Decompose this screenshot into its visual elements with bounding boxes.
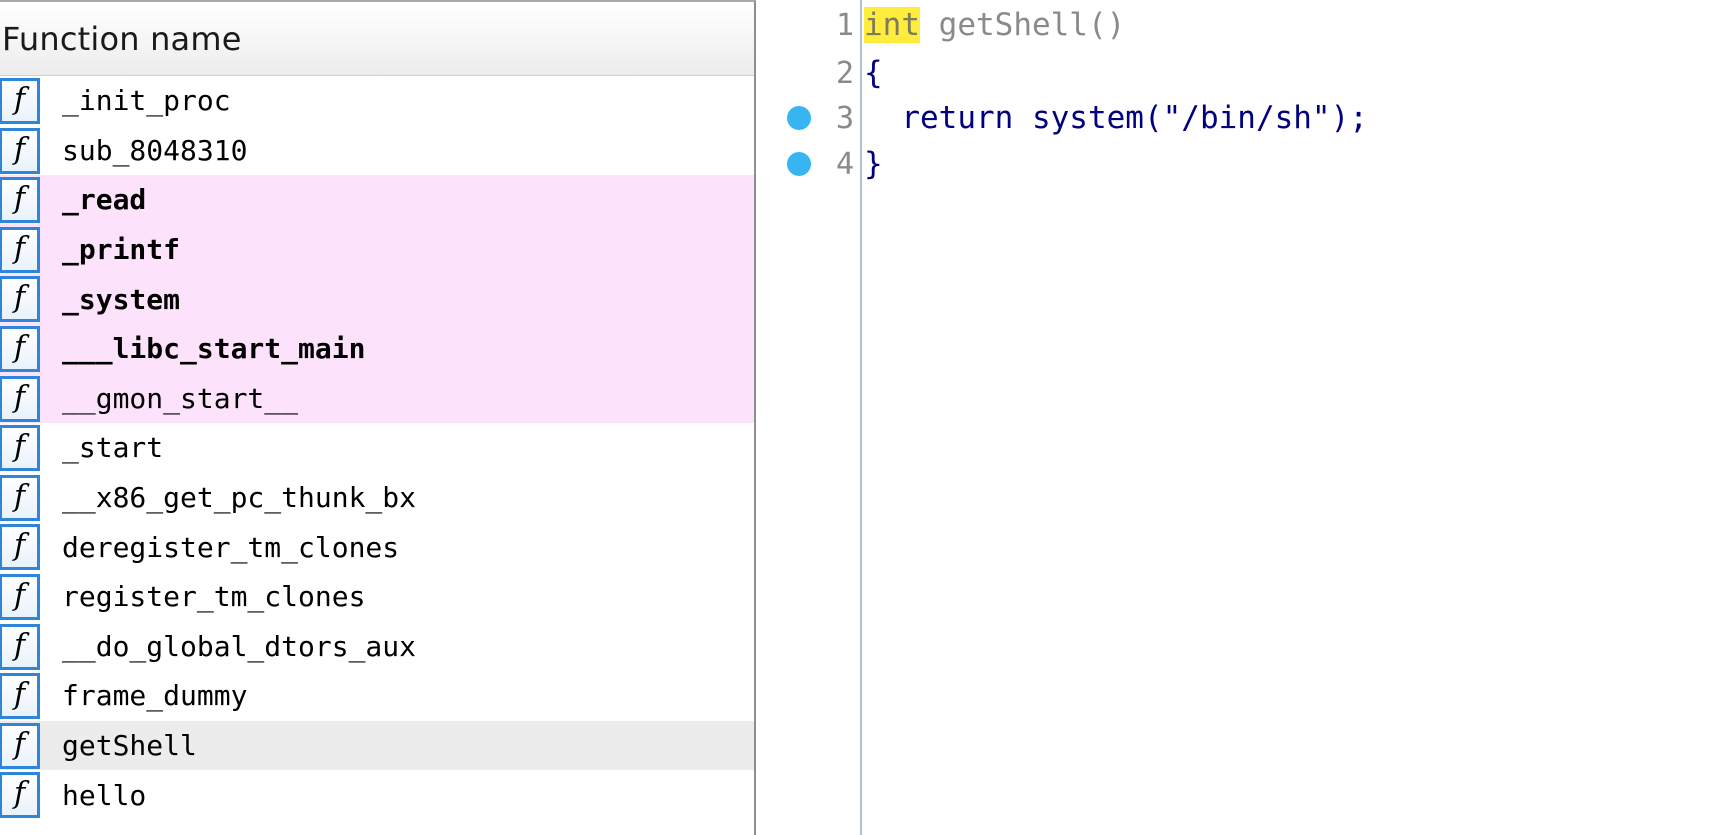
- function-name: deregister_tm_clones: [62, 530, 400, 564]
- function-row-do-global-dtors-aux[interactable]: f __do_global_dtors_aux: [0, 622, 754, 672]
- function-name: frame_dummy: [62, 679, 248, 713]
- keyword-int: int: [864, 6, 920, 43]
- ida-window: Function name f _init_proc f sub_8048310…: [0, 0, 1729, 835]
- function-icon: f: [0, 474, 40, 521]
- function-icon: f: [0, 78, 40, 124]
- code-line-4[interactable]: 4 }: [756, 141, 1729, 187]
- function-row-init-proc[interactable]: f _init_proc: [0, 76, 754, 126]
- function-icon: f: [0, 524, 40, 571]
- function-icon: f: [0, 127, 40, 174]
- function-icon: f: [0, 325, 40, 372]
- function-row-libc-start-main[interactable]: f ___libc_start_main: [0, 323, 754, 374]
- function-row-hello[interactable]: f hello: [0, 770, 754, 820]
- function-name: sub_8048310: [62, 133, 248, 167]
- breakpoint-dot-icon[interactable]: [787, 152, 811, 176]
- function-row-register-tm-clones[interactable]: f register_tm_clones: [0, 572, 754, 622]
- column-header-label: Function name: [2, 19, 242, 58]
- breakpoint-dot-icon[interactable]: [787, 106, 811, 130]
- function-name: ___libc_start_main: [62, 332, 366, 366]
- function-name: hello: [62, 778, 147, 812]
- function-name: _system: [62, 282, 181, 316]
- function-icon: f: [0, 226, 40, 273]
- function-signature: getShell(): [920, 6, 1126, 43]
- function-name: _printf: [62, 233, 181, 267]
- open-brace: {: [864, 55, 883, 91]
- code-line-2[interactable]: 2 {: [756, 50, 1729, 96]
- functions-pane: Function name f _init_proc f sub_8048310…: [0, 0, 756, 835]
- function-row-system[interactable]: f _system: [0, 274, 754, 324]
- function-name: _start: [62, 431, 164, 465]
- system-call: system(: [1013, 100, 1163, 136]
- function-row-frame-dummy[interactable]: f frame_dummy: [0, 671, 754, 721]
- line-number: 4: [835, 146, 854, 182]
- function-name: register_tm_clones: [62, 580, 366, 614]
- function-row-start[interactable]: f _start: [0, 423, 754, 473]
- code-line-1[interactable]: 1 int getShell(): [756, 2, 1729, 48]
- function-row-sub-8048310[interactable]: f sub_8048310: [0, 126, 754, 176]
- function-name: __x86_get_pc_thunk_bx: [62, 481, 417, 515]
- function-name: __do_global_dtors_aux: [62, 629, 417, 663]
- function-icon: f: [0, 772, 40, 819]
- line-number: 2: [835, 55, 854, 91]
- function-row-gmon-start[interactable]: f __gmon_start__: [0, 373, 754, 424]
- function-icon: f: [0, 375, 40, 422]
- function-icon: f: [0, 722, 40, 769]
- call-end: );: [1330, 100, 1368, 136]
- function-name: _read: [62, 183, 147, 217]
- function-icon: f: [0, 276, 40, 323]
- line-number: 3: [835, 100, 854, 136]
- function-icon: f: [0, 177, 40, 224]
- keyword-return: return: [901, 100, 1014, 136]
- function-row-x86-get-pc-thunk-bx[interactable]: f __x86_get_pc_thunk_bx: [0, 473, 754, 523]
- function-icon: f: [0, 425, 40, 472]
- pseudocode-pane[interactable]: 1 int getShell() 2 { 3 return system("/b…: [756, 0, 1729, 835]
- close-brace: }: [864, 146, 883, 182]
- function-name: __gmon_start__: [62, 381, 299, 415]
- function-row-deregister-tm-clones[interactable]: f deregister_tm_clones: [0, 522, 754, 572]
- function-row-getshell[interactable]: f getShell: [0, 720, 754, 771]
- function-name-column-header[interactable]: Function name: [0, 2, 754, 76]
- code-text: return system("/bin/sh");: [864, 100, 1368, 136]
- line-number: 1: [835, 7, 854, 43]
- function-icon: f: [0, 573, 40, 620]
- function-list: f _init_proc f sub_8048310 f _read f _pr…: [0, 76, 754, 820]
- function-name: getShell: [62, 729, 197, 763]
- function-row-read[interactable]: f _read: [0, 175, 754, 225]
- function-icon: f: [0, 623, 40, 670]
- function-icon: f: [0, 673, 40, 720]
- function-name: _init_proc: [62, 84, 231, 118]
- string-literal: "/bin/sh": [1162, 100, 1331, 136]
- function-row-printf[interactable]: f _printf: [0, 224, 754, 275]
- code-text: int getShell(): [864, 6, 1126, 44]
- code-line-3[interactable]: 3 return system("/bin/sh");: [756, 95, 1729, 141]
